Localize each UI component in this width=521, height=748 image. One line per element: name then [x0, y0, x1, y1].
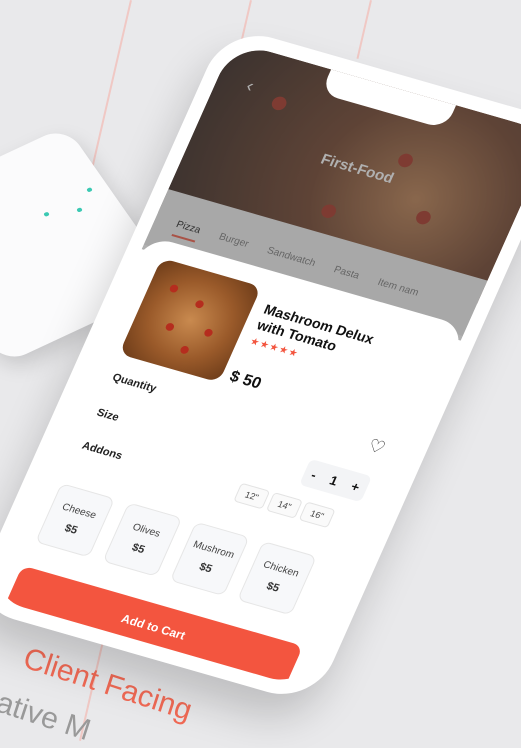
increment-button[interactable]: +: [349, 478, 362, 494]
addon-name: Chicken: [261, 558, 301, 580]
addon-price: $5: [130, 541, 147, 556]
addon-price: $5: [264, 579, 282, 595]
addon-price: $5: [197, 560, 215, 575]
pizza-topping: [164, 322, 176, 332]
caption-text-secondary: ative M: [0, 685, 95, 748]
indicator-dot: [86, 187, 93, 193]
pizza-topping: [194, 299, 205, 310]
phone-mockup: ‹ First-Food Pizza Burger Sandwatch Past…: [0, 24, 521, 706]
pizza-topping: [168, 283, 180, 294]
quantity-label: Quantity: [110, 371, 159, 395]
addon-chicken[interactable]: Chicken $5: [236, 540, 318, 616]
background-line: [356, 0, 372, 59]
addons-label: Addons: [79, 439, 125, 463]
pizza-image: [118, 257, 262, 383]
addon-name: Mushrom: [191, 538, 237, 561]
addon-name: Cheese: [60, 501, 99, 521]
size-label: Size: [94, 406, 121, 424]
indicator-dot: [76, 207, 83, 213]
phone-screen: ‹ First-Food Pizza Burger Sandwatch Past…: [0, 41, 521, 689]
addon-name: Olives: [130, 521, 163, 540]
size-option-16[interactable]: 16": [298, 501, 336, 529]
indicator-dot: [43, 211, 50, 217]
quantity-stepper: - 1 +: [299, 458, 373, 503]
product-name: Mashroom Delux with Tomato: [254, 301, 377, 354]
quantity-value: 1: [327, 472, 341, 489]
size-option-14[interactable]: 14": [265, 492, 303, 519]
product-price: $ 50: [226, 368, 264, 393]
size-option-12[interactable]: 12": [233, 482, 271, 510]
decrement-button[interactable]: -: [309, 467, 319, 482]
pizza-topping: [202, 327, 214, 338]
addon-cheese[interactable]: Cheese $5: [35, 483, 116, 558]
addon-olives[interactable]: Olives $5: [102, 502, 183, 577]
addon-mushrom[interactable]: Mushrom $5: [169, 521, 250, 597]
favorite-heart-icon[interactable]: ♡: [364, 435, 389, 459]
pizza-topping: [179, 345, 191, 355]
addon-price: $5: [62, 521, 80, 537]
